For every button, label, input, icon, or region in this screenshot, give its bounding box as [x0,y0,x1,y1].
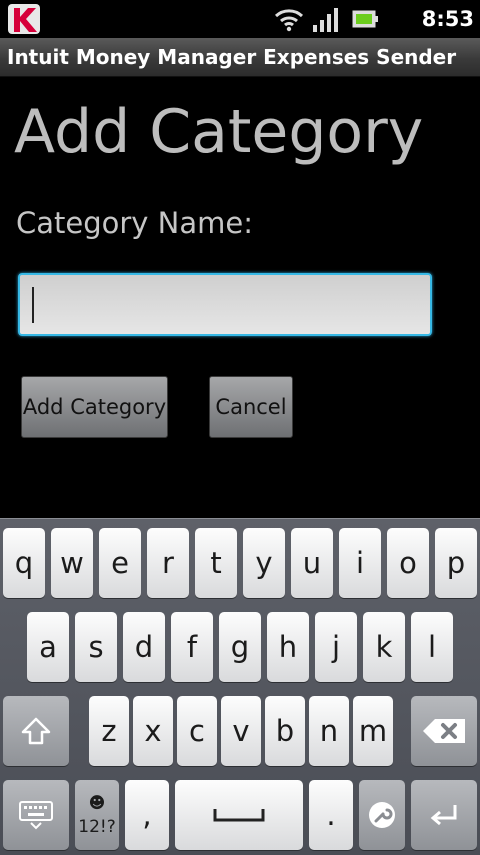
key-f[interactable]: f [171,612,213,682]
key-m[interactable]: m [353,696,393,766]
key-k[interactable]: k [363,612,405,682]
key-x[interactable]: x [133,696,173,766]
cancel-button[interactable]: Cancel [209,376,293,438]
key-h[interactable]: h [267,612,309,682]
key-g[interactable]: g [219,612,261,682]
key-a[interactable]: a [27,612,69,682]
emoji-icon: ☻ [88,793,106,812]
text-caret [32,287,34,323]
shift-icon [21,717,51,745]
key-s[interactable]: s [75,612,117,682]
key-b[interactable]: b [265,696,305,766]
wifi-icon [274,9,304,32]
space-key[interactable] [175,780,303,850]
key-e[interactable]: e [99,528,141,598]
category-name-input[interactable] [18,273,432,336]
add-category-button[interactable]: Add Category [21,376,168,438]
status-bar: 8:53 am [0,0,480,59]
backspace-key[interactable] [411,696,477,766]
settings-key[interactable] [359,780,405,850]
key-n[interactable]: n [309,696,349,766]
backspace-icon [423,719,465,743]
key-c[interactable]: c [177,696,217,766]
key-l[interactable]: l [411,612,453,682]
wrench-icon [369,802,395,828]
key-d[interactable]: d [123,612,165,682]
key-u[interactable]: u [291,528,333,598]
key-y[interactable]: y [243,528,285,598]
category-name-label: Category Name: [16,206,254,240]
enter-icon [430,805,457,826]
key-period[interactable]: . [309,780,353,850]
key-comma[interactable]: , [125,780,169,850]
signal-icon [313,8,338,32]
page-title: Add Category [14,97,424,167]
key-q[interactable]: q [3,528,45,598]
symbols-key-label: 12!? [78,817,116,837]
key-p[interactable]: p [435,528,477,598]
battery-icon [352,10,378,28]
key-o[interactable]: o [387,528,429,598]
enter-key[interactable] [411,780,477,850]
kaspersky-icon [8,4,40,34]
app-title-bar: Intuit Money Manager Expenses Sender [0,38,480,77]
space-icon [213,809,265,822]
key-v[interactable]: v [221,696,261,766]
symbols-key[interactable]: ☻ 12!? [75,780,119,850]
status-time: 8:53 am [421,7,474,59]
keyboard-settings-key[interactable] [3,780,69,850]
soft-keyboard: q w e r t y u i o p a s d f g h j k l z … [0,518,480,855]
key-t[interactable]: t [195,528,237,598]
key-i[interactable]: i [339,528,381,598]
keyboard-icon [19,801,53,830]
key-r[interactable]: r [147,528,189,598]
key-w[interactable]: w [51,528,93,598]
shift-key[interactable] [3,696,69,766]
key-z[interactable]: z [89,696,129,766]
key-j[interactable]: j [315,612,357,682]
app-title: Intuit Money Manager Expenses Sender [7,45,457,69]
